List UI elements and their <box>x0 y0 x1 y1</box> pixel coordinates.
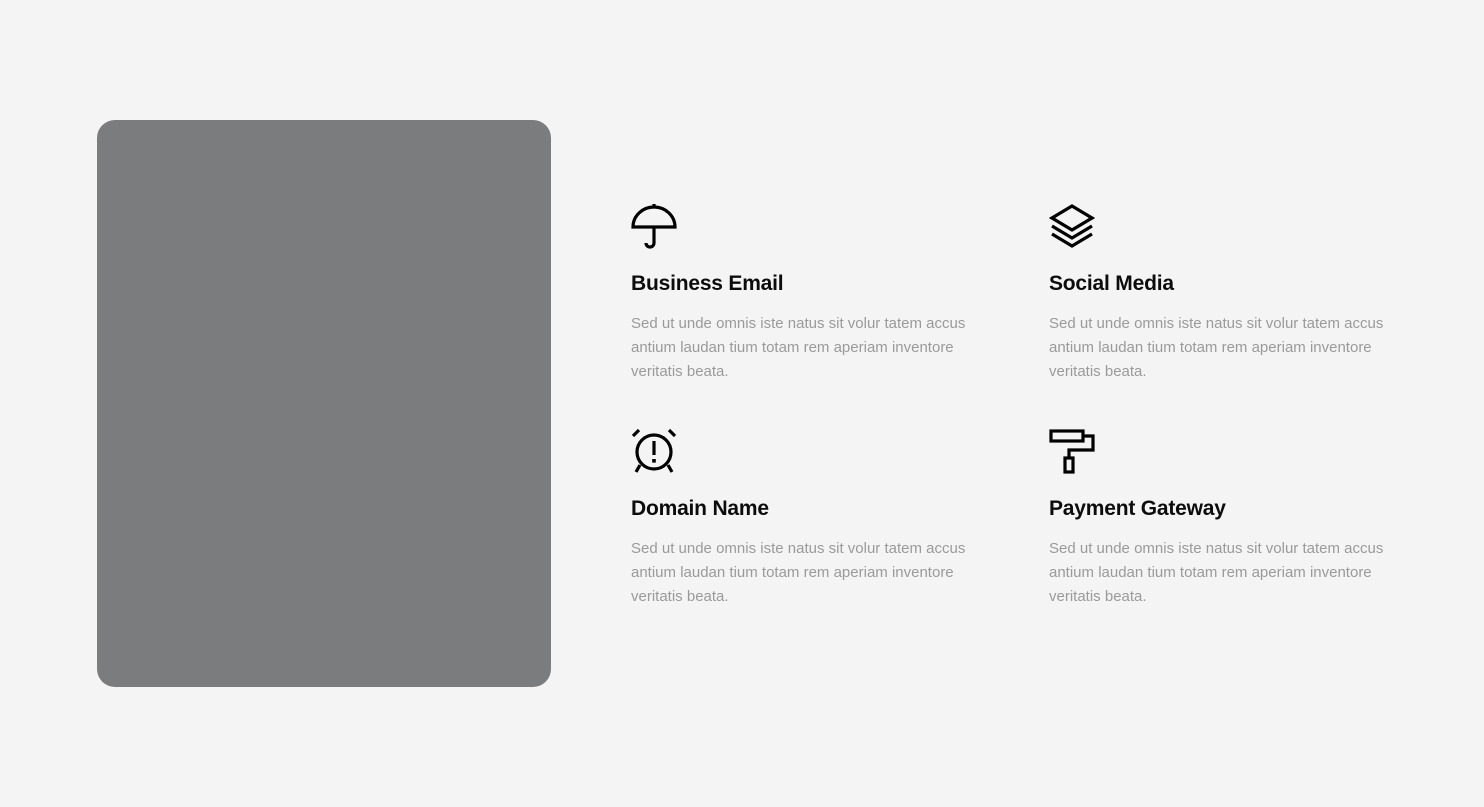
feature-description: Sed ut unde omnis iste natus sit volur t… <box>1049 540 1384 605</box>
feature-social-media: Social Media Sed ut unde omnis iste natu… <box>1049 203 1409 380</box>
alarm-clock-icon <box>631 428 677 474</box>
feature-title: Domain Name <box>631 497 769 520</box>
image-placeholder <box>97 120 551 687</box>
umbrella-icon <box>631 203 677 249</box>
paint-roller-icon <box>1049 428 1095 474</box>
feature-title: Payment Gateway <box>1049 497 1226 520</box>
feature-description: Sed ut unde omnis iste natus sit volur t… <box>631 540 966 605</box>
feature-title: Business Email <box>631 272 784 295</box>
feature-title: Social Media <box>1049 272 1174 295</box>
layers-icon <box>1049 203 1095 249</box>
feature-business-email: Business Email Sed ut unde omnis iste na… <box>631 203 991 380</box>
feature-description: Sed ut unde omnis iste natus sit volur t… <box>631 315 966 380</box>
feature-payment-gateway: Payment Gateway Sed ut unde omnis iste n… <box>1049 428 1409 605</box>
feature-description: Sed ut unde omnis iste natus sit volur t… <box>1049 315 1384 380</box>
features-section: Business Email Sed ut unde omnis iste na… <box>0 0 1484 807</box>
feature-domain-name: Domain Name Sed ut unde omnis iste natus… <box>631 428 991 605</box>
